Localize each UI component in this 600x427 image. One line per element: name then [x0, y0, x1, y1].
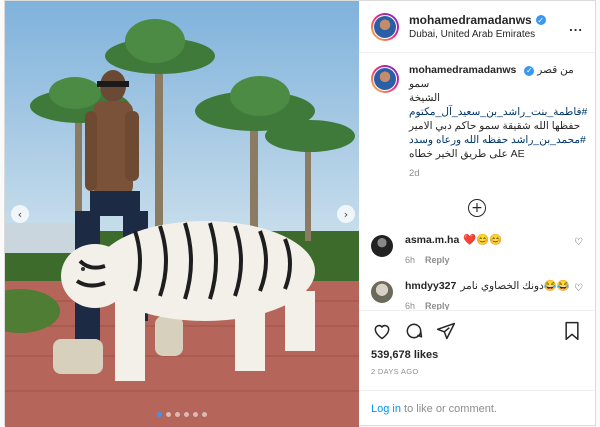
- caption-username[interactable]: mohamedramadanws: [409, 64, 516, 76]
- bookmark-icon[interactable]: [561, 320, 583, 342]
- reply-button[interactable]: Reply: [425, 255, 450, 265]
- caption-hashtag-2[interactable]: #محمد_بن_راشد حفظه الله ورعاه وسدد: [409, 133, 587, 147]
- comment-username[interactable]: hmdyy327: [405, 280, 456, 292]
- carousel-next-icon[interactable]: ›: [337, 205, 355, 223]
- post-date[interactable]: 2 DAYS AGO: [371, 367, 583, 376]
- likes-count[interactable]: 539,678 likes: [371, 349, 583, 361]
- caption-hashtag-1[interactable]: #فاطمة_بنت_راشد_بن_سعيد_آل_مكتوم: [409, 105, 587, 119]
- avatar[interactable]: [371, 235, 393, 257]
- reply-button[interactable]: Reply: [425, 301, 450, 310]
- carousel-dot: [175, 412, 180, 417]
- carousel-dot: [193, 412, 198, 417]
- post-header: mohamedramadanws ✓ Dubai, United Arab Em…: [359, 1, 595, 53]
- comment-like-heart-icon[interactable]: ♡: [574, 237, 583, 248]
- comment-text: ❤️😊😊: [463, 234, 503, 246]
- post-actions: 539,678 likes 2 DAYS AGO: [359, 310, 595, 376]
- comment-like-heart-icon[interactable]: ♡: [574, 283, 583, 294]
- caption-line-4: حفظها الله شقيقة سمو حاكم دبي الامير: [409, 120, 581, 132]
- caption-line-2: الشيخة: [409, 92, 441, 104]
- comment-text: دونك الخصاوي نامر😂😂: [460, 280, 570, 292]
- share-icon[interactable]: [435, 320, 457, 342]
- carousel-dot-active: [157, 412, 162, 417]
- caption: mohamedramadanws ✓ من قصر سمو الشيخة #فاط…: [371, 63, 587, 181]
- carousel-dot: [184, 412, 189, 417]
- instagram-post: ‹ › mohamedramadanws ✓ Dubai, United Ara…: [4, 0, 596, 427]
- location-link[interactable]: Dubai, United Arab Emirates: [409, 29, 546, 40]
- header-username[interactable]: mohamedramadanws: [409, 13, 532, 27]
- more-options-icon[interactable]: ...: [569, 19, 583, 34]
- carousel-dot: [166, 412, 171, 417]
- verified-badge-icon: ✓: [535, 15, 546, 25]
- comment-username[interactable]: asma.m.ha: [405, 234, 459, 246]
- plus-circle-icon[interactable]: +: [468, 199, 486, 217]
- load-more-comments[interactable]: +: [371, 199, 583, 217]
- avatar[interactable]: [371, 281, 393, 303]
- comments-section: mohamedramadanws ✓ من قصر سمو الشيخة #فاط…: [359, 53, 595, 310]
- caption-time[interactable]: 2d: [409, 167, 587, 181]
- carousel-dot: [202, 412, 207, 417]
- avatar[interactable]: [371, 12, 399, 41]
- comment: asma.m.ha ❤️😊😊 6h Reply ♡: [371, 233, 583, 267]
- comment: hmdyy327 دونك الخصاوي نامر😂😂 6h Reply ♡: [371, 279, 583, 310]
- comment-time[interactable]: 6h: [405, 301, 415, 310]
- comment-icon[interactable]: [403, 320, 425, 342]
- heart-icon[interactable]: [371, 320, 393, 342]
- photo-illustration: [5, 1, 359, 427]
- caption-line-6: AE على طريق الخير خطاه: [409, 148, 525, 160]
- avatar[interactable]: [371, 65, 399, 93]
- login-text: to like or comment.: [400, 403, 497, 415]
- carousel-prev-icon[interactable]: ‹: [11, 205, 29, 223]
- login-prompt: Log in to like or comment.: [359, 390, 595, 427]
- post-photo[interactable]: ‹ ›: [5, 1, 359, 427]
- post-sidebar: mohamedramadanws ✓ Dubai, United Arab Em…: [359, 1, 595, 427]
- login-link[interactable]: Log in: [371, 403, 401, 415]
- comment-time[interactable]: 6h: [405, 255, 415, 265]
- verified-badge-icon: ✓: [524, 66, 535, 76]
- carousel-dots: [5, 412, 359, 417]
